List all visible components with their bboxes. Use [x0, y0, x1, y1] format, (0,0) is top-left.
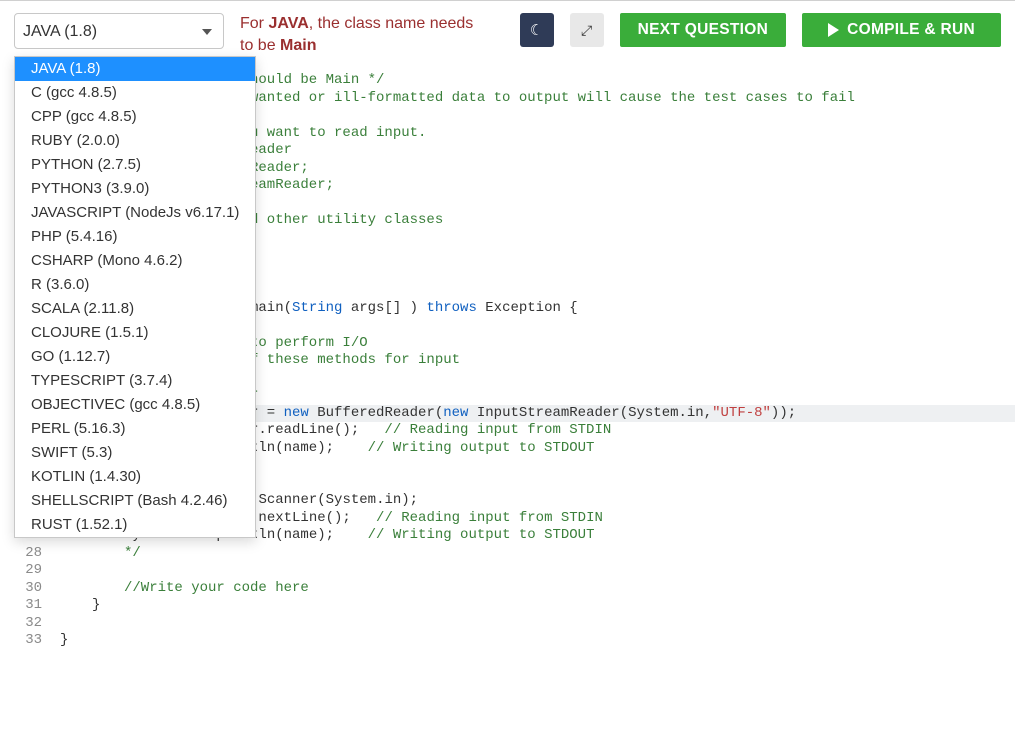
language-option[interactable]: CPP (gcc 4.8.5) [15, 105, 255, 129]
code-line[interactable]: */ [60, 545, 1015, 563]
language-option[interactable]: JAVA (1.8) [15, 57, 255, 81]
code-line[interactable] [60, 562, 1015, 580]
language-option[interactable]: CSHARP (Mono 4.6.2) [15, 249, 255, 273]
code-line[interactable]: } [60, 597, 1015, 615]
language-option[interactable]: SWIFT (5.3) [15, 441, 255, 465]
language-option[interactable]: PYTHON (2.7.5) [15, 153, 255, 177]
line-number: 30 [0, 580, 42, 598]
language-option[interactable]: PERL (5.16.3) [15, 417, 255, 441]
language-option[interactable]: SCALA (2.11.8) [15, 297, 255, 321]
language-note: For JAVA, the class name needs to be Mai… [240, 13, 480, 56]
expand-icon: ⤢ [581, 22, 592, 39]
compile-run-label: COMPILE & RUN [847, 21, 975, 39]
line-number: 33 [0, 632, 42, 650]
language-option[interactable]: SHELLSCRIPT (Bash 4.2.46) [15, 489, 255, 513]
language-option[interactable]: CLOJURE (1.5.1) [15, 321, 255, 345]
code-line[interactable]: } [60, 632, 1015, 650]
language-select[interactable]: JAVA (1.8) [14, 13, 224, 49]
next-question-label: NEXT QUESTION [638, 21, 769, 39]
fullscreen-button[interactable]: ⤢ [570, 13, 604, 47]
compile-run-button[interactable]: COMPILE & RUN [802, 13, 1001, 47]
language-option[interactable]: TYPESCRIPT (3.7.4) [15, 369, 255, 393]
line-number: 32 [0, 615, 42, 633]
line-number: 28 [0, 545, 42, 563]
moon-icon: ☾ [530, 21, 543, 39]
line-number: 29 [0, 562, 42, 580]
language-option[interactable]: RUBY (2.0.0) [15, 129, 255, 153]
code-line[interactable]: //Write your code here [60, 580, 1015, 598]
language-option[interactable]: OBJECTIVEC (gcc 4.8.5) [15, 393, 255, 417]
line-number: 31 [0, 597, 42, 615]
language-select-wrap: JAVA (1.8) [14, 13, 224, 49]
dark-mode-button[interactable]: ☾ [520, 13, 554, 47]
language-option[interactable]: JAVASCRIPT (NodeJs v6.17.1) [15, 201, 255, 225]
note-prefix: For [240, 15, 268, 32]
language-option[interactable]: GO (1.12.7) [15, 345, 255, 369]
language-option[interactable]: C (gcc 4.8.5) [15, 81, 255, 105]
play-icon [828, 23, 839, 37]
next-question-button[interactable]: NEXT QUESTION [620, 13, 787, 47]
code-line[interactable] [60, 615, 1015, 633]
language-option[interactable]: KOTLIN (1.4.30) [15, 465, 255, 489]
language-option[interactable]: PYTHON3 (3.9.0) [15, 177, 255, 201]
language-option[interactable]: RUST (1.52.1) [15, 513, 255, 537]
language-option[interactable]: PHP (5.4.16) [15, 225, 255, 249]
note-main: Main [280, 37, 316, 54]
language-dropdown-list[interactable]: JAVA (1.8)C (gcc 4.8.5)CPP (gcc 4.8.5)RU… [14, 56, 256, 538]
note-brand: JAVA [268, 15, 308, 32]
language-option[interactable]: R (3.6.0) [15, 273, 255, 297]
